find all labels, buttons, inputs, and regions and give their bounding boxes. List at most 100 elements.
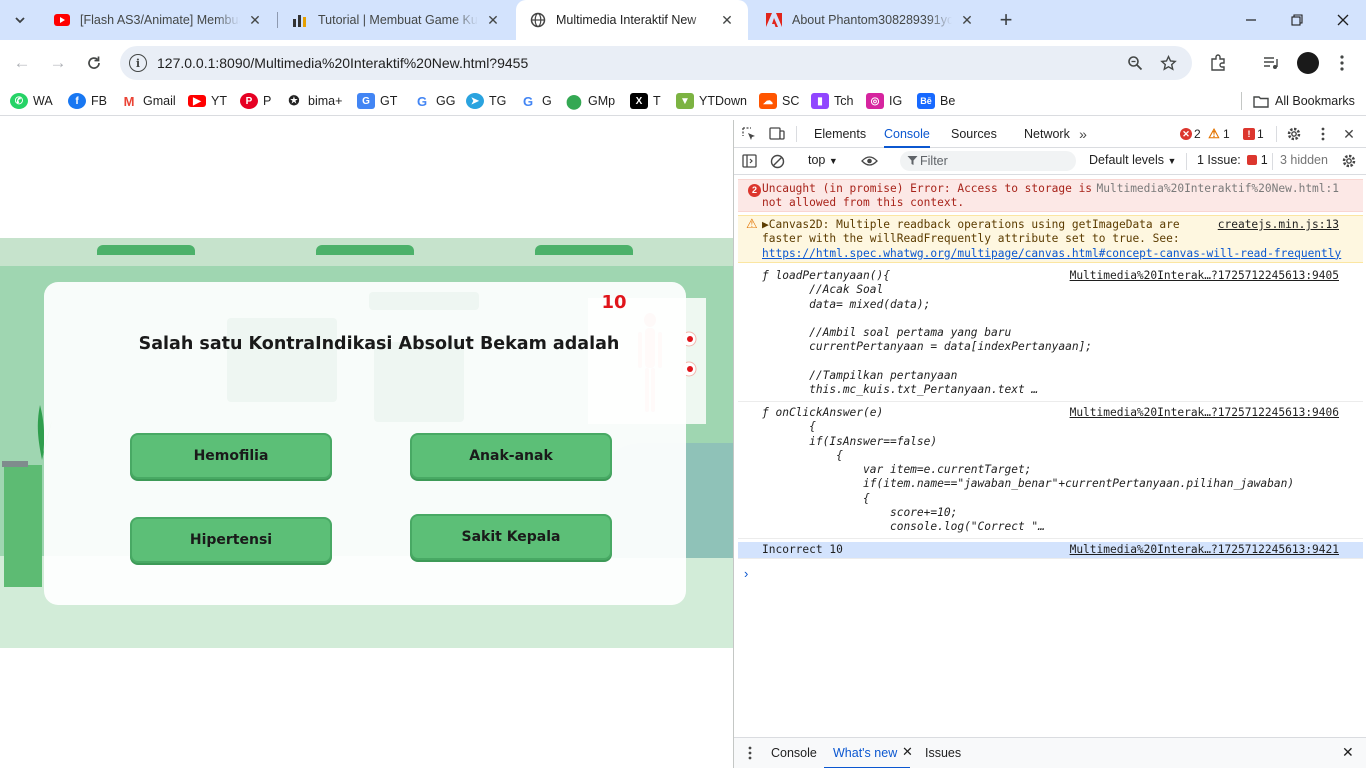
log-source-link[interactable]: Multimedia%20Interak…?1725712245613:9421 bbox=[1070, 543, 1339, 557]
arrow-right-icon: → bbox=[49, 53, 67, 72]
close-drawer-icon[interactable]: ✕ bbox=[1342, 744, 1354, 761]
close-tab-icon[interactable]: ✕ bbox=[958, 11, 976, 29]
clear-console-icon[interactable] bbox=[768, 152, 786, 170]
bookmark-ig[interactable]: ◎ IG bbox=[866, 91, 902, 111]
bookmark-label: Gmail bbox=[143, 94, 176, 108]
menu-tab-2[interactable] bbox=[316, 245, 414, 255]
bookmark-tg[interactable]: ➤ TG bbox=[466, 91, 506, 111]
issues-count: 1 bbox=[1260, 153, 1268, 167]
back-button[interactable]: ← bbox=[8, 49, 36, 77]
browser-tab-4[interactable]: About Phantom308289391yc2 - Adobe ✕ bbox=[752, 0, 988, 40]
bookmark-label: TG bbox=[489, 94, 507, 108]
error-line: not allowed from this context. bbox=[762, 196, 965, 210]
close-tab-icon[interactable]: ✕ bbox=[246, 11, 264, 29]
devtools-tab-network[interactable]: Network bbox=[1024, 120, 1070, 148]
media-controls-icon[interactable] bbox=[1259, 51, 1283, 75]
bookmark-t[interactable]: XT bbox=[630, 91, 661, 111]
browser-tab-2[interactable]: Tutorial | Membuat Game Kuis Sederhana ✕ bbox=[278, 0, 514, 40]
log-source-link[interactable]: Multimedia%20Interak…?1725712245613:9406 bbox=[1070, 406, 1339, 420]
warning-source-link[interactable]: createjs.min.js:13 bbox=[1218, 218, 1339, 232]
console-log-function[interactable]: ƒ loadPertanyaan(){ //Acak Soal data= mi… bbox=[738, 268, 1363, 402]
bookmark-label: GG bbox=[436, 94, 456, 108]
code-line: //Ambil soal pertama yang baru bbox=[762, 326, 1012, 340]
context-selector[interactable]: top ▼ bbox=[808, 153, 838, 167]
log-levels-dropdown[interactable]: Default levels ▼ bbox=[1089, 153, 1176, 167]
console-log-function[interactable]: ƒ onClickAnswer(e) { if(IsAnswer==false)… bbox=[738, 405, 1363, 539]
browser-tab-1[interactable]: [Flash AS3/Animate] Membuat Game Kuis Se… bbox=[40, 0, 276, 40]
drawer-tab-whats-new[interactable]: What's new bbox=[833, 746, 897, 760]
error-source-link[interactable]: Multimedia%20Interaktif%20New.html:1 bbox=[1097, 182, 1339, 196]
menu-tab-1[interactable] bbox=[97, 245, 195, 255]
devtools-menu-icon[interactable] bbox=[1314, 125, 1332, 143]
close-tab-icon[interactable]: ✕ bbox=[718, 11, 736, 29]
answer-button-3[interactable]: Hipertensi bbox=[130, 517, 332, 563]
drawer-tab-console[interactable]: Console bbox=[771, 746, 817, 760]
bookmark-bima[interactable]: ✪ bima+ bbox=[285, 91, 342, 111]
profile-avatar[interactable] bbox=[1296, 51, 1320, 75]
bookmark-gmail[interactable]: M Gmail bbox=[120, 91, 176, 111]
minimize-button[interactable] bbox=[1228, 0, 1274, 40]
zoom-icon[interactable] bbox=[1126, 54, 1144, 72]
spec-link[interactable]: https://html.spec.whatwg.org/multipage/c… bbox=[762, 247, 1363, 261]
bookmark-tch[interactable]: ▮ Tch bbox=[811, 91, 853, 111]
close-tab-icon[interactable]: ✕ bbox=[484, 11, 502, 29]
soundcloud-icon: ☁ bbox=[759, 93, 777, 109]
issue-counter[interactable]: ! 1 bbox=[1243, 127, 1264, 141]
answer-button-1[interactable]: Hemofilia bbox=[130, 433, 332, 479]
bookmark-wa[interactable]: ✆ WA bbox=[10, 91, 53, 111]
close-drawer-tab-icon[interactable]: ✕ bbox=[902, 744, 913, 760]
browser-menu-icon[interactable] bbox=[1330, 51, 1354, 75]
bookmark-gmp[interactable]: ⬤ GMp bbox=[565, 91, 615, 111]
bookmark-g[interactable]: GG bbox=[519, 91, 552, 111]
error-counter[interactable]: ✕ 2 bbox=[1180, 127, 1201, 141]
site-info-icon[interactable]: i bbox=[129, 54, 147, 72]
console-log-incorrect[interactable]: Incorrect 10 Multimedia%20Interak…?17257… bbox=[738, 542, 1363, 559]
bookmark-sc[interactable]: ☁ SC bbox=[759, 91, 799, 111]
settings-gear-icon[interactable] bbox=[1285, 125, 1303, 143]
all-bookmarks-button[interactable]: All Bookmarks bbox=[1252, 91, 1355, 111]
menu-tab-3[interactable] bbox=[535, 245, 633, 255]
drawer-tab-issues[interactable]: Issues bbox=[925, 746, 961, 760]
toolbar-divider bbox=[1272, 153, 1273, 170]
new-tab-button[interactable]: + bbox=[994, 7, 1018, 32]
bookmark-label: bima+ bbox=[308, 94, 343, 108]
close-devtools-icon[interactable]: ✕ bbox=[1340, 125, 1358, 143]
log-source-link[interactable]: Multimedia%20Interak…?1725712245613:9405 bbox=[1070, 269, 1339, 283]
issue-icon: ! bbox=[1243, 128, 1255, 140]
answer-button-2[interactable]: Anak-anak bbox=[410, 433, 612, 479]
tab-search-button[interactable] bbox=[8, 8, 32, 32]
sidebar-toggle-icon[interactable] bbox=[740, 152, 758, 170]
bookmark-fb[interactable]: f FB bbox=[68, 91, 107, 111]
inspect-element-icon[interactable] bbox=[740, 125, 758, 143]
devtools-tab-sources[interactable]: Sources bbox=[951, 120, 997, 148]
extensions-icon[interactable] bbox=[1206, 51, 1230, 75]
console-filter-input[interactable]: Filter bbox=[900, 151, 1076, 171]
devtools-tab-console[interactable]: Console bbox=[884, 120, 930, 148]
devtools-panel: Elements Console Sources Network » ✕ 2 ⚠ 1… bbox=[733, 120, 1366, 768]
console-prompt-icon[interactable]: › bbox=[744, 566, 748, 581]
browser-tab-3-active[interactable]: Multimedia Interaktif New ✕ bbox=[516, 0, 748, 40]
more-tabs-icon[interactable]: » bbox=[1074, 125, 1092, 143]
bookmark-p[interactable]: PP bbox=[240, 91, 271, 111]
close-window-button[interactable] bbox=[1320, 0, 1366, 40]
issue-count: 1 bbox=[1257, 127, 1264, 141]
forward-button[interactable]: → bbox=[44, 49, 72, 77]
bookmark-gg[interactable]: G GG bbox=[413, 91, 455, 111]
bookmark-be[interactable]: Bē Be bbox=[917, 91, 955, 111]
devtools-tab-elements[interactable]: Elements bbox=[814, 120, 866, 148]
reload-button[interactable] bbox=[80, 49, 108, 77]
bookmark-gt[interactable]: G GT bbox=[357, 91, 397, 111]
device-toolbar-icon[interactable] bbox=[768, 125, 786, 143]
live-expression-eye-icon[interactable] bbox=[860, 152, 878, 170]
address-bar[interactable]: i 127.0.0.1:8090/Multimedia%20Interaktif… bbox=[120, 46, 1192, 80]
drawer-menu-icon[interactable] bbox=[741, 744, 759, 762]
answer-button-4[interactable]: Sakit Kepala bbox=[410, 514, 612, 560]
console-settings-gear-icon[interactable] bbox=[1340, 152, 1358, 170]
bookmark-yt[interactable]: ▶ YT bbox=[188, 91, 227, 111]
restore-button[interactable] bbox=[1274, 0, 1320, 40]
bookmark-star-icon[interactable] bbox=[1159, 54, 1177, 72]
warning-counter[interactable]: ⚠ 1 bbox=[1207, 126, 1230, 141]
bookmark-ytdown[interactable]: ▼ YTDown bbox=[676, 91, 747, 111]
bima-icon: ✪ bbox=[285, 93, 303, 109]
issues-link[interactable]: 1 Issue: 1 bbox=[1197, 153, 1268, 167]
